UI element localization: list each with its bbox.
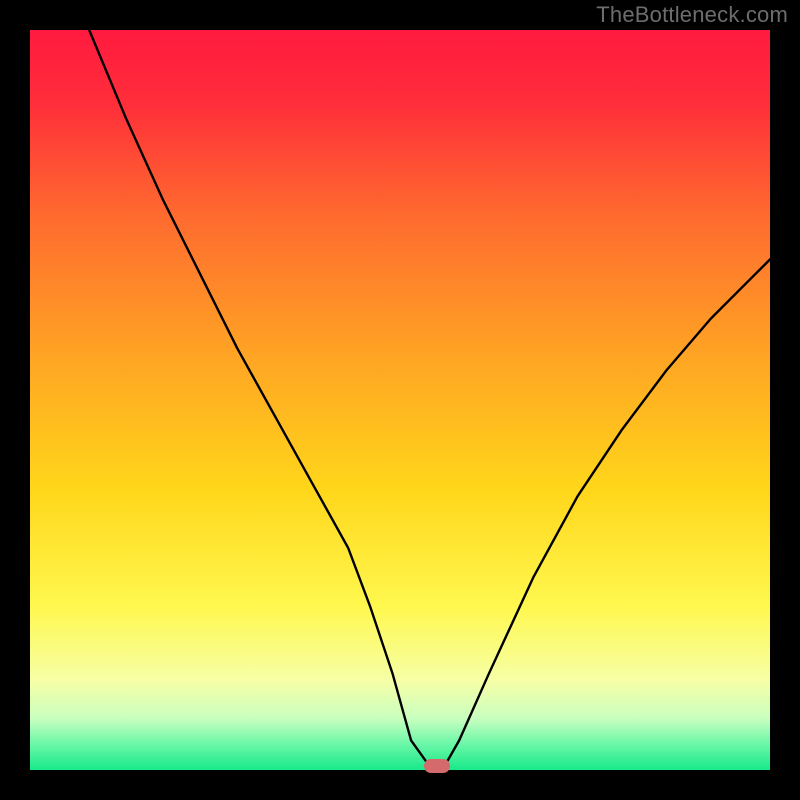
gradient-background xyxy=(30,30,770,770)
plot-area xyxy=(30,30,770,770)
plot-svg xyxy=(30,30,770,770)
watermark-text: TheBottleneck.com xyxy=(596,2,788,28)
optimal-marker xyxy=(424,759,450,773)
chart-frame: TheBottleneck.com xyxy=(0,0,800,800)
